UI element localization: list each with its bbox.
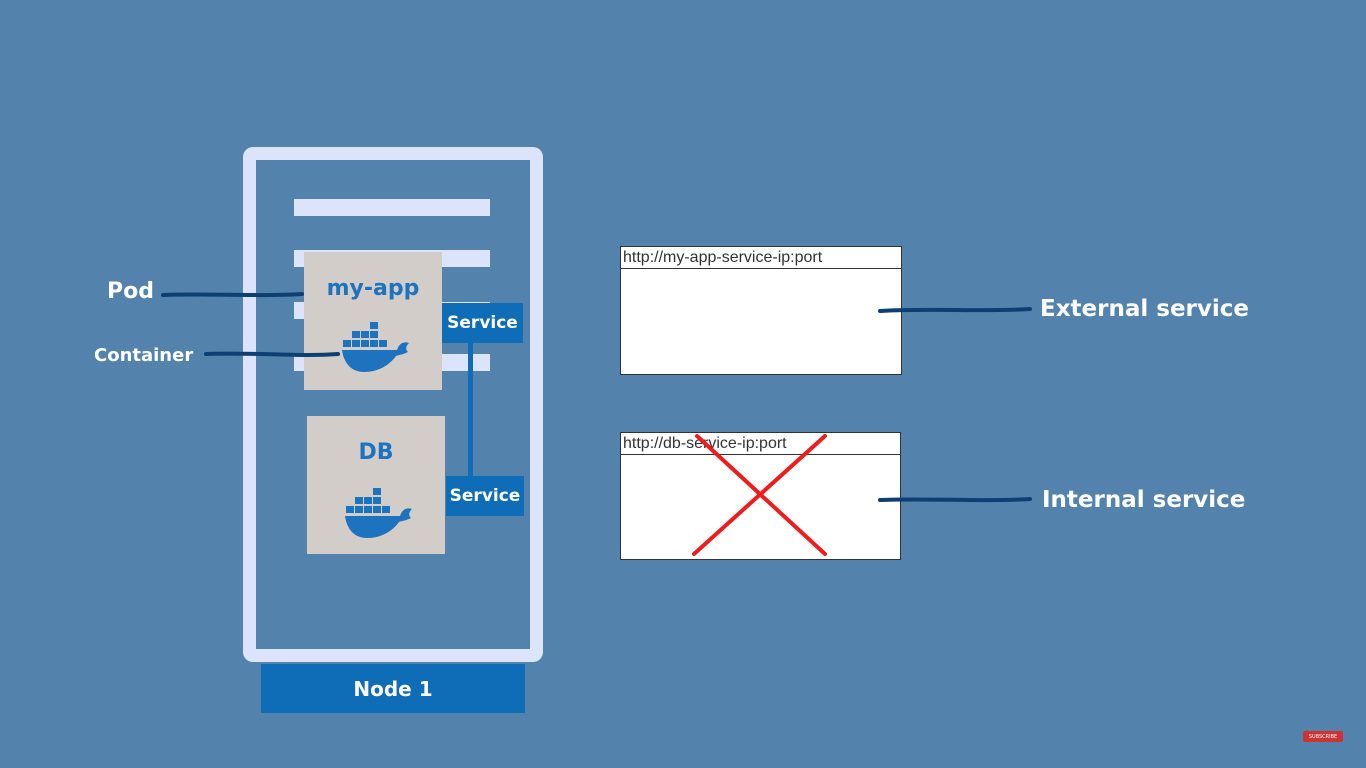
docker-whale-icon xyxy=(342,322,409,372)
label-internal-service: Internal service xyxy=(1042,487,1246,513)
service-my-app: Service xyxy=(442,303,523,343)
node-label: Node 1 xyxy=(261,664,525,713)
service-link-line xyxy=(468,342,473,476)
service-db: Service xyxy=(446,476,524,516)
pod-title-my-app: my-app xyxy=(326,276,420,301)
connector-external xyxy=(878,307,1032,313)
connector-internal xyxy=(878,497,1032,503)
diagram-canvas: Node 1 my-app DB Service Service Pod Con… xyxy=(0,0,1366,768)
docker-whale-icon xyxy=(345,488,412,538)
url-bar-internal[interactable]: http://db-service-ip:port xyxy=(621,433,900,455)
subscribe-badge[interactable]: SUBSCRIBE xyxy=(1303,731,1343,742)
url-bar-external[interactable]: http://my-app-service-ip:port xyxy=(621,247,901,269)
pod-my-app: my-app xyxy=(304,252,442,390)
label-external-service: External service xyxy=(1040,296,1250,322)
label-pod: Pod xyxy=(107,279,154,304)
pod-db: DB xyxy=(307,416,445,554)
node-stripe xyxy=(294,199,490,216)
node-frame xyxy=(243,147,543,662)
browser-window-external: http://my-app-service-ip:port xyxy=(620,246,902,375)
label-container: Container xyxy=(94,345,194,366)
browser-window-internal: http://db-service-ip:port xyxy=(620,432,901,560)
connector-layer xyxy=(161,292,1032,556)
pod-title-db: DB xyxy=(358,440,394,465)
